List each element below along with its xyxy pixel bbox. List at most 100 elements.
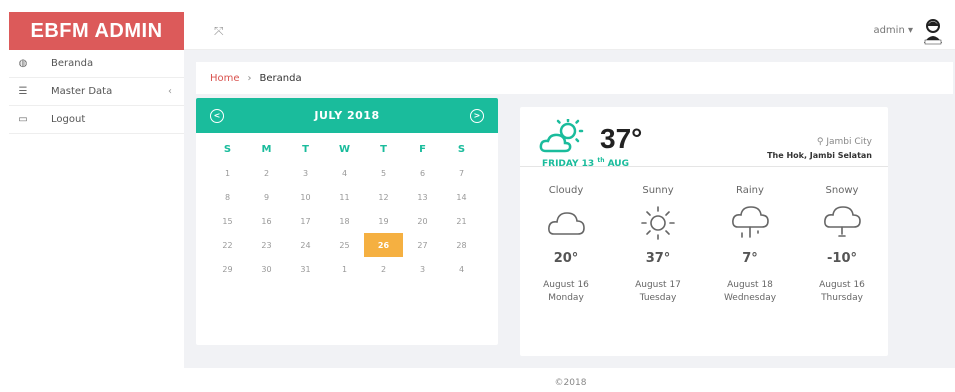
calendar-day[interactable]: 31 (286, 257, 325, 281)
forecast-temp: -10° (827, 250, 857, 266)
calendar-day[interactable]: 8 (208, 185, 247, 209)
breadcrumb-current: Beranda (259, 72, 302, 84)
forecast-temp: 20° (553, 250, 579, 266)
forecast-item: Cloudy 20° August 16 Monday (522, 185, 610, 305)
sidebar-item-label: Logout (51, 114, 86, 125)
calendar-day[interactable]: 11 (325, 185, 364, 209)
forecast-date: August 16 Monday (522, 279, 610, 305)
forecast-day: Thursday (821, 293, 863, 303)
calendar-day[interactable]: 14 (442, 185, 481, 209)
sun-icon-wrap (614, 203, 702, 243)
calendar-weekday: F (419, 143, 426, 155)
calendar-day[interactable]: 3 (286, 161, 325, 185)
calendar-day[interactable]: 25 (325, 233, 364, 257)
snow-icon (824, 206, 861, 237)
calendar-day[interactable]: 23 (247, 233, 286, 257)
forecast-condition: Snowy (825, 185, 859, 196)
sidebar-item-beranda[interactable]: ◍ Beranda (9, 50, 184, 78)
calendar-day[interactable]: 5 (364, 161, 403, 185)
calendar-day[interactable]: 19 (364, 209, 403, 233)
calendar-day[interactable]: 27 (403, 233, 442, 257)
map-marker-icon: ⚲ (816, 137, 824, 147)
weather-widget: 37° FRIDAY 13 th AUG ⚲ Jambi City The Ho… (520, 107, 888, 356)
sun-icon (641, 206, 675, 240)
forecast-day: Wednesday (723, 293, 777, 303)
calendar-weekday: T (302, 143, 309, 155)
calendar-day[interactable]: 12 (364, 185, 403, 209)
calendar-weekday: M (261, 143, 272, 155)
forecast-condition: Rainy (736, 185, 764, 196)
breadcrumb-home-link[interactable]: Home (210, 73, 240, 84)
cloud-icon-wrap (522, 203, 610, 243)
calendar-day-selected[interactable]: 26 (364, 233, 403, 257)
dashboard-icon: ◍ (18, 58, 28, 69)
calendar-day[interactable]: 7 (442, 161, 481, 185)
calendar-day[interactable]: 16 (247, 209, 286, 233)
forecast-temp: 7° (742, 250, 758, 266)
calendar-day[interactable]: 22 (208, 233, 247, 257)
forecast-item: Snowy -10° August 16 Thursday (798, 185, 886, 305)
forecast-date-text: August 16 (543, 280, 589, 290)
main-content: Home › Beranda < JULY 2018 > SMTWTFS1234… (184, 50, 955, 368)
calendar-day[interactable]: 1 (325, 257, 364, 281)
calendar-day[interactable]: 18 (325, 209, 364, 233)
calendar-day[interactable]: 24 (286, 233, 325, 257)
calendar-weekday: S (457, 143, 466, 155)
date-suffix: th (597, 157, 605, 164)
date-day: FRIDAY 13 (542, 159, 595, 169)
calendar-day[interactable]: 10 (286, 185, 325, 209)
sidebar: ◍ Beranda ☰ Master Data ‹ ▭ Logout (9, 50, 184, 392)
calendar-header: < JULY 2018 > (196, 98, 498, 133)
forecast-temp: 37° (645, 250, 671, 266)
brand-logo[interactable]: EBFM ADMIN (9, 12, 184, 50)
calendar-day[interactable]: 3 (403, 257, 442, 281)
calendar-widget: < JULY 2018 > S M T W T F S 1 2 3 4 5 6 7 8 9 10 11 12 13 14… (196, 98, 498, 345)
avatar[interactable] (919, 17, 947, 45)
calendar-grid: S M T W T F S 1 2 3 4 5 6 7 8 9 10 11 12 13 14 15 16 17 18 19 20 21… (196, 133, 498, 281)
sidebar-item-label: Beranda (51, 58, 94, 69)
top-navbar: ⤧ admin ▾ (184, 12, 955, 50)
sidebar-item-label: Master Data (51, 86, 113, 97)
calendar-weekday: T (380, 143, 387, 155)
current-date: FRIDAY 13 th AUG (542, 157, 629, 169)
calendar-day[interactable]: 9 (247, 185, 286, 209)
prev-month-icon[interactable]: < (210, 108, 224, 123)
logout-icon: ▭ (18, 114, 28, 125)
calendar-day[interactable]: 29 (208, 257, 247, 281)
calendar-day[interactable]: 2 (364, 257, 403, 281)
calendar-day[interactable]: 17 (286, 209, 325, 233)
calendar-day[interactable]: 1 (208, 161, 247, 185)
forecast-item: Sunny 37° August 17 Tuesday (614, 185, 702, 305)
forecast-condition: Sunny (642, 185, 674, 196)
calendar-day[interactable]: 28 (442, 233, 481, 257)
calendar-day[interactable]: 20 (403, 209, 442, 233)
weather-current: 37° FRIDAY 13 th AUG ⚲ Jambi City The Ho… (520, 107, 888, 169)
forecast-list: Cloudy 20° August 16 Monday Sunny 37° Aug… (520, 167, 888, 305)
breadcrumb: Home › Beranda (196, 62, 953, 94)
forecast-date: August 16 Thursday (798, 279, 886, 305)
user-menu[interactable]: admin ▾ (873, 25, 913, 36)
calendar-day[interactable]: 13 (403, 185, 442, 209)
calendar-day[interactable]: 4 (442, 257, 481, 281)
partly-sunny-icon (539, 119, 584, 153)
user-name: admin (873, 25, 905, 36)
calendar-day[interactable]: 2 (247, 161, 286, 185)
calendar-day[interactable]: 4 (325, 161, 364, 185)
footer-text: ©2018 (554, 378, 587, 388)
rain-icon (732, 206, 769, 238)
snow-icon-wrap (798, 203, 886, 243)
list-icon: ☰ (18, 86, 28, 97)
calendar-weekday: S (223, 143, 232, 155)
next-month-icon[interactable]: > (469, 108, 484, 123)
fullscreen-icon[interactable]: ⤧ (214, 24, 224, 39)
calendar-day[interactable]: 30 (247, 257, 286, 281)
rain-icon-wrap (706, 203, 794, 243)
forecast-date-text: August 16 (819, 280, 865, 290)
breadcrumb-separator: › (247, 72, 252, 84)
forecast-day: Tuesday (639, 293, 677, 303)
calendar-day[interactable]: 21 (442, 209, 481, 233)
sidebar-item-master-data[interactable]: ☰ Master Data ‹ (9, 78, 184, 106)
calendar-day[interactable]: 6 (403, 161, 442, 185)
calendar-day[interactable]: 15 (208, 209, 247, 233)
sidebar-item-logout[interactable]: ▭ Logout (9, 106, 184, 134)
